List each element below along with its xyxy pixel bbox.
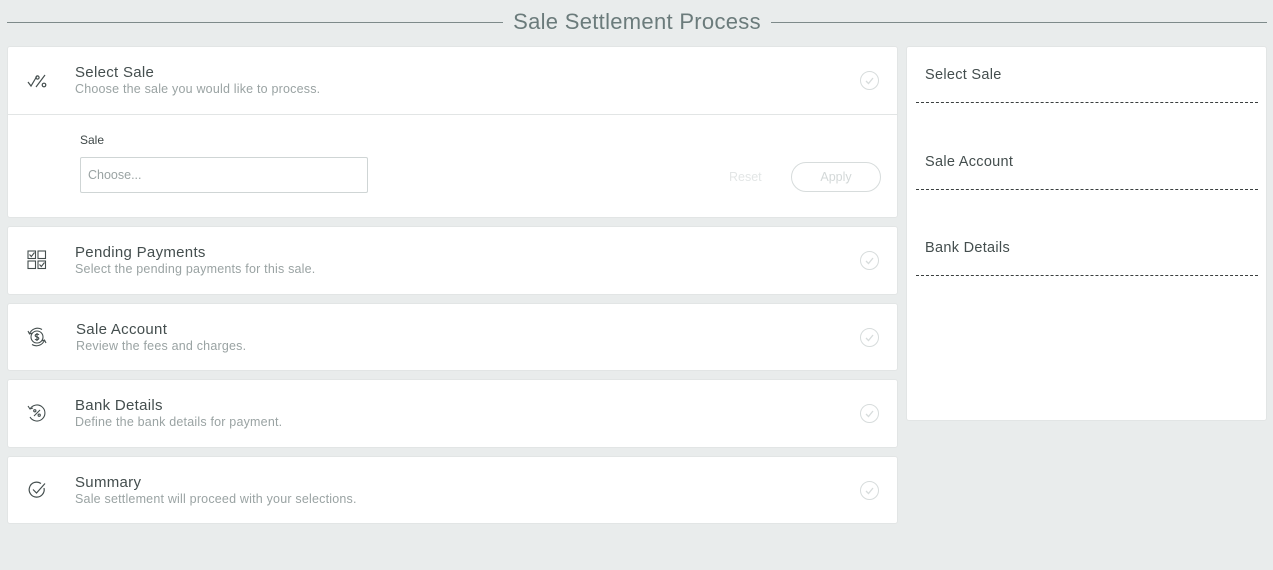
page-title: Sale Settlement Process bbox=[513, 9, 761, 34]
step-title: Bank Details bbox=[75, 397, 163, 414]
summary-section-sale-account: Sale Account bbox=[916, 134, 1258, 190]
step-title: Pending Payments bbox=[75, 244, 206, 261]
reset-button[interactable]: Reset bbox=[729, 170, 762, 184]
step-subtitle: Sale settlement will proceed with your s… bbox=[75, 492, 357, 506]
step-summary[interactable]: Summary Sale settlement will proceed wit… bbox=[7, 456, 898, 524]
check-icon bbox=[860, 481, 879, 500]
page-header: Sale Settlement Process bbox=[7, 6, 1268, 38]
step-select-sale-header[interactable]: Select Sale Choose the sale you would li… bbox=[8, 47, 897, 114]
header-divider-right bbox=[770, 21, 1268, 23]
check-icon bbox=[860, 71, 879, 90]
summary-section-bank-details: Bank Details bbox=[916, 220, 1258, 276]
check-icon bbox=[860, 251, 879, 270]
step-title: Summary bbox=[75, 474, 142, 491]
check-icon bbox=[860, 404, 879, 423]
summary-section-label: Bank Details bbox=[925, 240, 1010, 256]
step-sale-account[interactable]: Sale Account Review the fees and charges… bbox=[7, 303, 898, 371]
step-title: Sale Account bbox=[76, 321, 168, 338]
step-subtitle: Define the bank details for payment. bbox=[75, 415, 283, 429]
header-divider-left bbox=[7, 21, 504, 23]
summary-section-label: Sale Account bbox=[925, 154, 1014, 170]
dollar-cycle-icon bbox=[26, 326, 48, 348]
step-subtitle: Choose the sale you would like to proces… bbox=[75, 82, 321, 96]
percent-check-icon bbox=[26, 69, 48, 91]
step-bank-details[interactable]: Bank Details Define the bank details for… bbox=[7, 379, 898, 448]
step-subtitle: Select the pending payments for this sal… bbox=[75, 262, 316, 276]
percent-cycle-icon bbox=[26, 402, 48, 424]
apply-button[interactable]: Apply bbox=[791, 162, 881, 192]
step-pending-payments[interactable]: Pending Payments Select the pending paym… bbox=[7, 226, 898, 295]
checklist-grid-icon bbox=[26, 249, 48, 271]
sale-select-input[interactable] bbox=[80, 157, 368, 193]
selection-summary-panel: Select Sale Sale Account Bank Details bbox=[906, 46, 1267, 421]
check-icon bbox=[860, 328, 879, 347]
summary-section-label: Select Sale bbox=[925, 67, 1002, 83]
step-subtitle: Review the fees and charges. bbox=[76, 339, 247, 353]
sale-field-label: Sale bbox=[80, 133, 105, 147]
step-title: Select Sale bbox=[75, 64, 155, 81]
sale-form: Sale Reset Apply bbox=[8, 114, 897, 217]
step-select-sale: Select Sale Choose the sale you would li… bbox=[7, 46, 898, 218]
check-circle-icon bbox=[26, 479, 48, 501]
summary-section-select-sale: Select Sale bbox=[916, 47, 1258, 103]
